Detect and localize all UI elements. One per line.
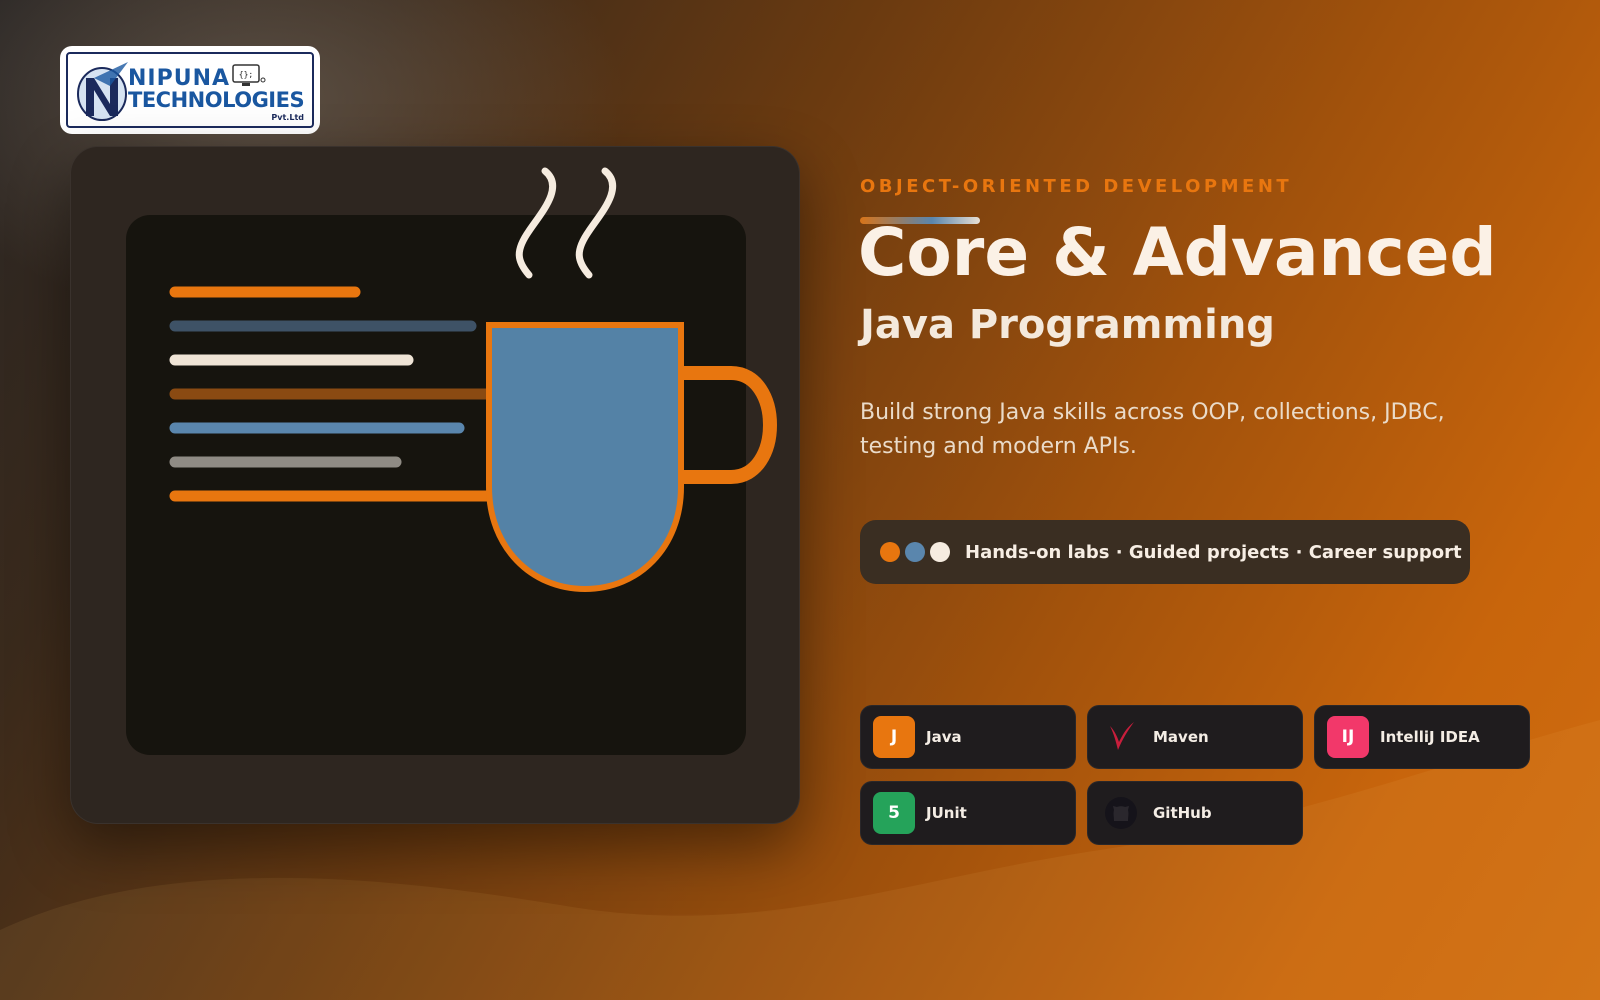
tool-label: Maven [1153,728,1209,746]
blue-dot-icon [905,542,925,562]
maven-feather-icon [1100,716,1142,758]
tool-maven: Maven [1087,705,1303,769]
tool-label: Java [926,728,962,746]
page-title: Core & Advanced [858,214,1497,291]
tool-label: GitHub [1153,804,1212,822]
company-logo: NIPUNA TECHNOLOGIES {}; Pvt.Ltd [60,46,320,134]
tool-java: J Java [860,705,1076,769]
java-mug-illustration [169,167,777,593]
eyebrow-label: OBJECT-ORIENTED DEVELOPMENT [860,176,1293,197]
github-icon [1100,792,1142,834]
highlights-text: Hands-on labs · Guided projects · Career… [965,541,1462,563]
steam-icon [575,167,617,279]
orange-dot-icon [880,542,900,562]
monitor-icon: {}; [232,64,266,86]
steam-icon [515,167,557,279]
tool-label: JUnit [926,804,967,822]
logo-frame: NIPUNA TECHNOLOGIES {}; Pvt.Ltd [66,52,314,128]
tool-github: GitHub [1087,781,1303,845]
mug-handle [671,366,777,484]
monitor-code-glyph: {}; [239,70,253,79]
code-lines [169,286,507,502]
mug-body [486,322,684,593]
junit-icon: 5 [873,792,915,834]
cream-dot-icon [930,542,950,562]
page-subtitle: Java Programming [860,302,1275,348]
course-description: Build strong Java skills across OOP, col… [860,400,1445,459]
java-icon: J [873,716,915,758]
intellij-icon: IJ [1327,716,1369,758]
tool-junit: 5 JUnit [860,781,1076,845]
logo-suffix: Pvt.Ltd [271,113,304,122]
highlights-pill: Hands-on labs · Guided projects · Career… [860,520,1470,584]
tool-label: IntelliJ IDEA [1380,728,1480,746]
logo-word-technologies: TECHNOLOGIES [128,88,305,112]
illustration-card [70,146,800,824]
tool-intellij: IJ IntelliJ IDEA [1314,705,1530,769]
logo-n-emblem-icon [77,62,128,121]
